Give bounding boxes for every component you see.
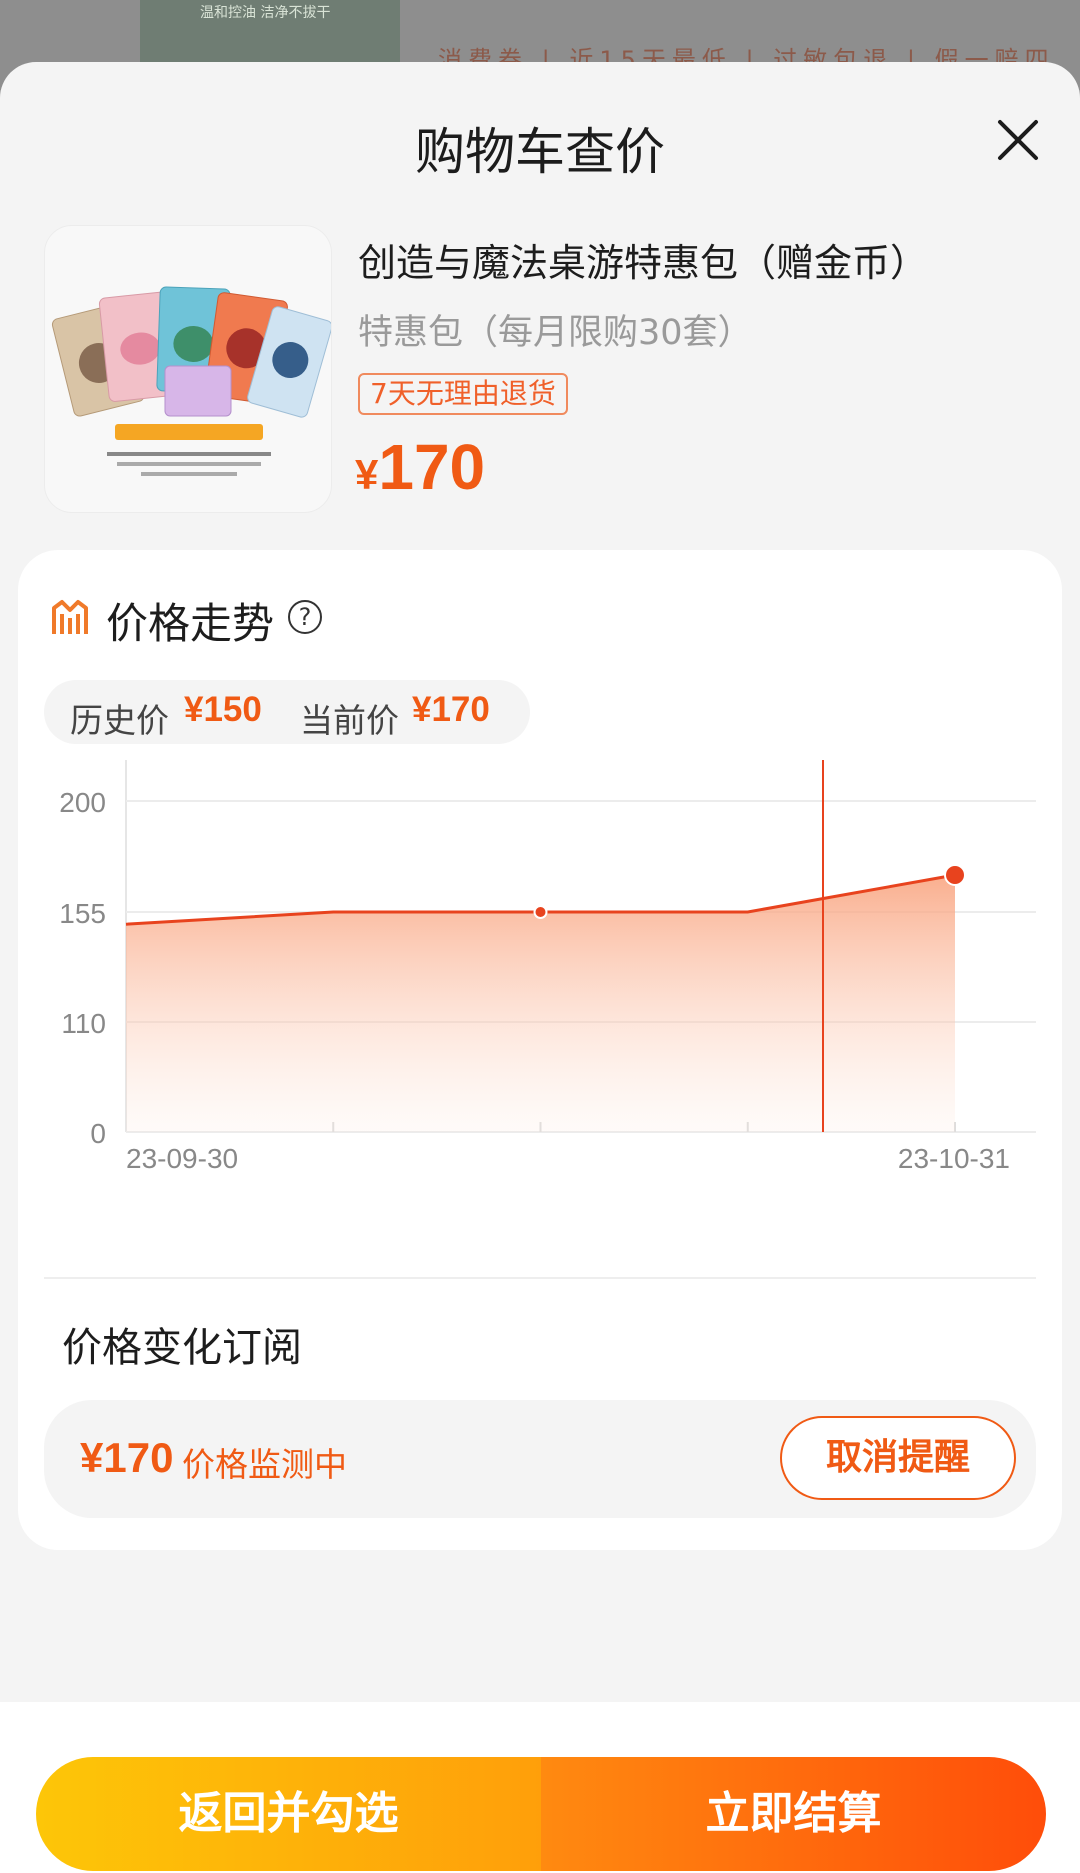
data-point	[533, 905, 548, 919]
cancel-reminder-button[interactable]: 取消提醒	[780, 1416, 1016, 1500]
product-name[interactable]: 创造与魔法桌游特惠包（赠金币）	[358, 232, 928, 287]
price-trend-icon	[52, 600, 88, 634]
price-symbol: ¥	[355, 451, 379, 498]
price-value: 170	[378, 431, 486, 503]
y-tick-label: 200	[59, 787, 106, 818]
history-price-value: ¥150	[184, 690, 262, 729]
price-trend-title: 价格走势	[106, 599, 275, 648]
checkout-button[interactable]: 立即结算	[541, 1757, 1046, 1871]
x-tick-label: 23-10-31	[898, 1143, 1010, 1174]
y-tick-label: 110	[61, 1008, 106, 1039]
product-price: ¥170	[355, 430, 485, 504]
x-tick-label: 23-09-30	[126, 1143, 238, 1174]
product-spec: 特惠包（每月限购30套）	[358, 313, 753, 353]
price-trend-chart[interactable]: 200 155 110 0 23-09-30 23-10-31	[18, 730, 1062, 1190]
background-thumb-text: 温和控油 洁净不拔干	[200, 5, 331, 21]
return-and-select-button[interactable]: 返回并勾选	[36, 1757, 541, 1871]
return-policy-badge: 7天无理由退货	[358, 373, 568, 415]
close-icon	[998, 120, 1038, 160]
price-check-sheet: 购物车查价 创造与魔法桌游特惠包（赠金币） 特惠包（每月限购30套） 7天无理由…	[0, 62, 1080, 1873]
subscription-title: 价格变化订阅	[62, 1325, 302, 1371]
help-icon[interactable]: ?	[288, 600, 322, 634]
product-cards-illustration	[51, 286, 331, 476]
background-product-thumbnail: 温和控油 洁净不拔干	[140, 0, 400, 70]
close-button[interactable]	[992, 114, 1044, 166]
bottom-action-bar: 返回并勾选 立即结算	[0, 1702, 1080, 1873]
y-tick-label: 0	[90, 1118, 106, 1149]
current-price-value: ¥170	[412, 690, 490, 729]
sheet-title: 购物车查价	[415, 123, 665, 181]
monitor-status: 价格监测中	[182, 1445, 347, 1484]
monitor-price: ¥170	[80, 1434, 174, 1481]
price-trend-card: 价格走势 ? 历史价 ¥150 当前价 ¥170 200 155 110 0 23-09…	[18, 550, 1062, 1550]
section-divider	[44, 1277, 1036, 1279]
y-tick-label: 155	[59, 898, 106, 929]
price-monitor-box: ¥170 价格监测中 取消提醒	[44, 1400, 1036, 1518]
action-button-group: 返回并勾选 立即结算	[36, 1757, 1046, 1871]
current-point	[944, 864, 966, 886]
product-image[interactable]	[44, 225, 332, 513]
